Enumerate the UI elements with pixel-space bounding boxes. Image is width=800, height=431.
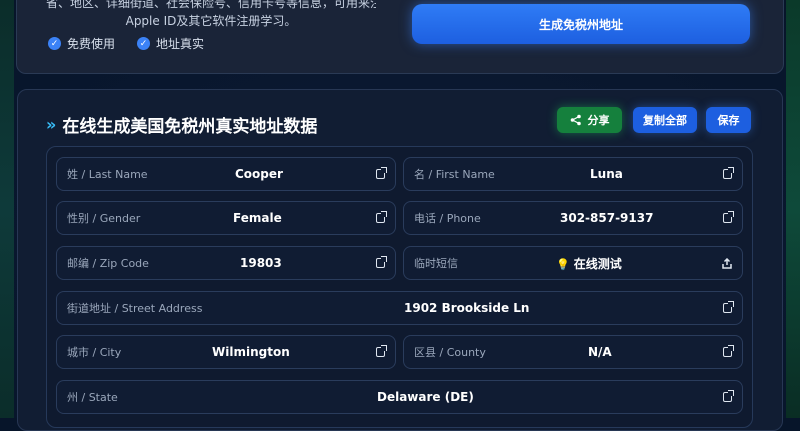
zip-value: 19803 <box>240 256 282 270</box>
state-label: 州 / State <box>67 391 118 404</box>
intro-line-1: 省、地区、详细街道、社会保险号、信用卡号等信息，可用来注册 <box>46 0 376 10</box>
copy-all-button[interactable]: 复制全部 <box>633 107 697 133</box>
gender-field[interactable]: 性别 / Gender Female <box>56 201 396 235</box>
sms-value-wrap: 💡 在线测试 <box>556 255 622 272</box>
sms-field[interactable]: 临时短信 💡 在线测试 <box>403 246 743 280</box>
share-label: 分享 <box>587 114 610 127</box>
street-field[interactable]: 街道地址 / Street Address 1902 Brookside Ln <box>56 291 743 325</box>
last-name-value: Cooper <box>235 167 283 181</box>
page-title-text: 在线生成美国免税州真实地址数据 <box>62 117 318 137</box>
county-field[interactable]: 区县 / County N/A <box>403 335 743 369</box>
gender-label: 性别 / Gender <box>67 212 141 225</box>
double-chevron-icon: » <box>46 115 57 134</box>
feature-free-label: 免费使用 <box>67 37 116 51</box>
page-title: » 在线生成美国免税州真实地址数据 <box>46 112 317 137</box>
first-name-value: Luna <box>590 167 623 181</box>
city-value: Wilmington <box>212 345 290 359</box>
share-button[interactable]: 分享 <box>557 107 622 133</box>
sms-label: 临时短信 <box>414 257 458 270</box>
city-label: 城市 / City <box>67 346 122 359</box>
check-icon: ✓ <box>48 37 61 50</box>
county-label: 区县 / County <box>414 346 486 359</box>
sms-value: 在线测试 <box>573 256 622 271</box>
street-label: 街道地址 / Street Address <box>67 302 203 315</box>
gender-value: Female <box>233 211 282 225</box>
copy-icon[interactable] <box>723 211 734 223</box>
phone-label: 电话 / Phone <box>414 212 481 225</box>
check-icon: ✓ <box>137 37 151 50</box>
save-button[interactable]: 保存 <box>706 107 751 133</box>
lightbulb-icon: 💡 <box>556 257 570 271</box>
feature-list: ✓ 免费使用 ✓ 地址真实 <box>48 35 204 52</box>
copy-icon[interactable] <box>376 167 387 179</box>
intro-description: 省、地区、详细街道、社会保险号、信用卡号等信息，可用来注册 Apple ID及其… <box>46 0 376 30</box>
copy-icon[interactable] <box>376 256 387 268</box>
last-name-label: 姓 / Last Name <box>67 168 148 181</box>
last-name-field[interactable]: 姓 / Last Name Cooper <box>56 157 396 191</box>
zip-label: 邮编 / Zip Code <box>67 257 149 270</box>
phone-value: 302-857-9137 <box>560 211 654 225</box>
copy-icon[interactable] <box>723 390 734 402</box>
copy-icon[interactable] <box>723 345 734 357</box>
feature-real: ✓ 地址真实 <box>137 35 204 52</box>
first-name-field[interactable]: 名 / First Name Luna <box>403 157 743 191</box>
share-icon <box>570 114 581 126</box>
street-value: 1902 Brookside Ln <box>404 301 530 315</box>
right-edge-glow <box>786 0 800 418</box>
state-field[interactable]: 州 / State Delaware (DE) <box>56 380 743 414</box>
zip-field[interactable]: 邮编 / Zip Code 19803 <box>56 246 396 280</box>
copy-icon[interactable] <box>723 301 734 313</box>
left-edge-glow <box>0 0 14 418</box>
feature-free: ✓ 免费使用 <box>48 35 115 52</box>
county-value: N/A <box>588 345 612 359</box>
open-link-icon[interactable] <box>722 257 732 269</box>
first-name-label: 名 / First Name <box>414 168 495 181</box>
copy-icon[interactable] <box>376 345 387 357</box>
state-value: Delaware (DE) <box>377 390 474 404</box>
generate-address-button[interactable]: 生成免税州地址 <box>412 4 750 44</box>
city-field[interactable]: 城市 / City Wilmington <box>56 335 396 369</box>
phone-field[interactable]: 电话 / Phone 302-857-9137 <box>403 201 743 235</box>
intro-line-2: Apple ID及其它软件注册学习。 <box>125 14 297 28</box>
copy-icon[interactable] <box>376 211 387 223</box>
feature-real-label: 地址真实 <box>156 37 205 51</box>
copy-icon[interactable] <box>723 167 734 179</box>
